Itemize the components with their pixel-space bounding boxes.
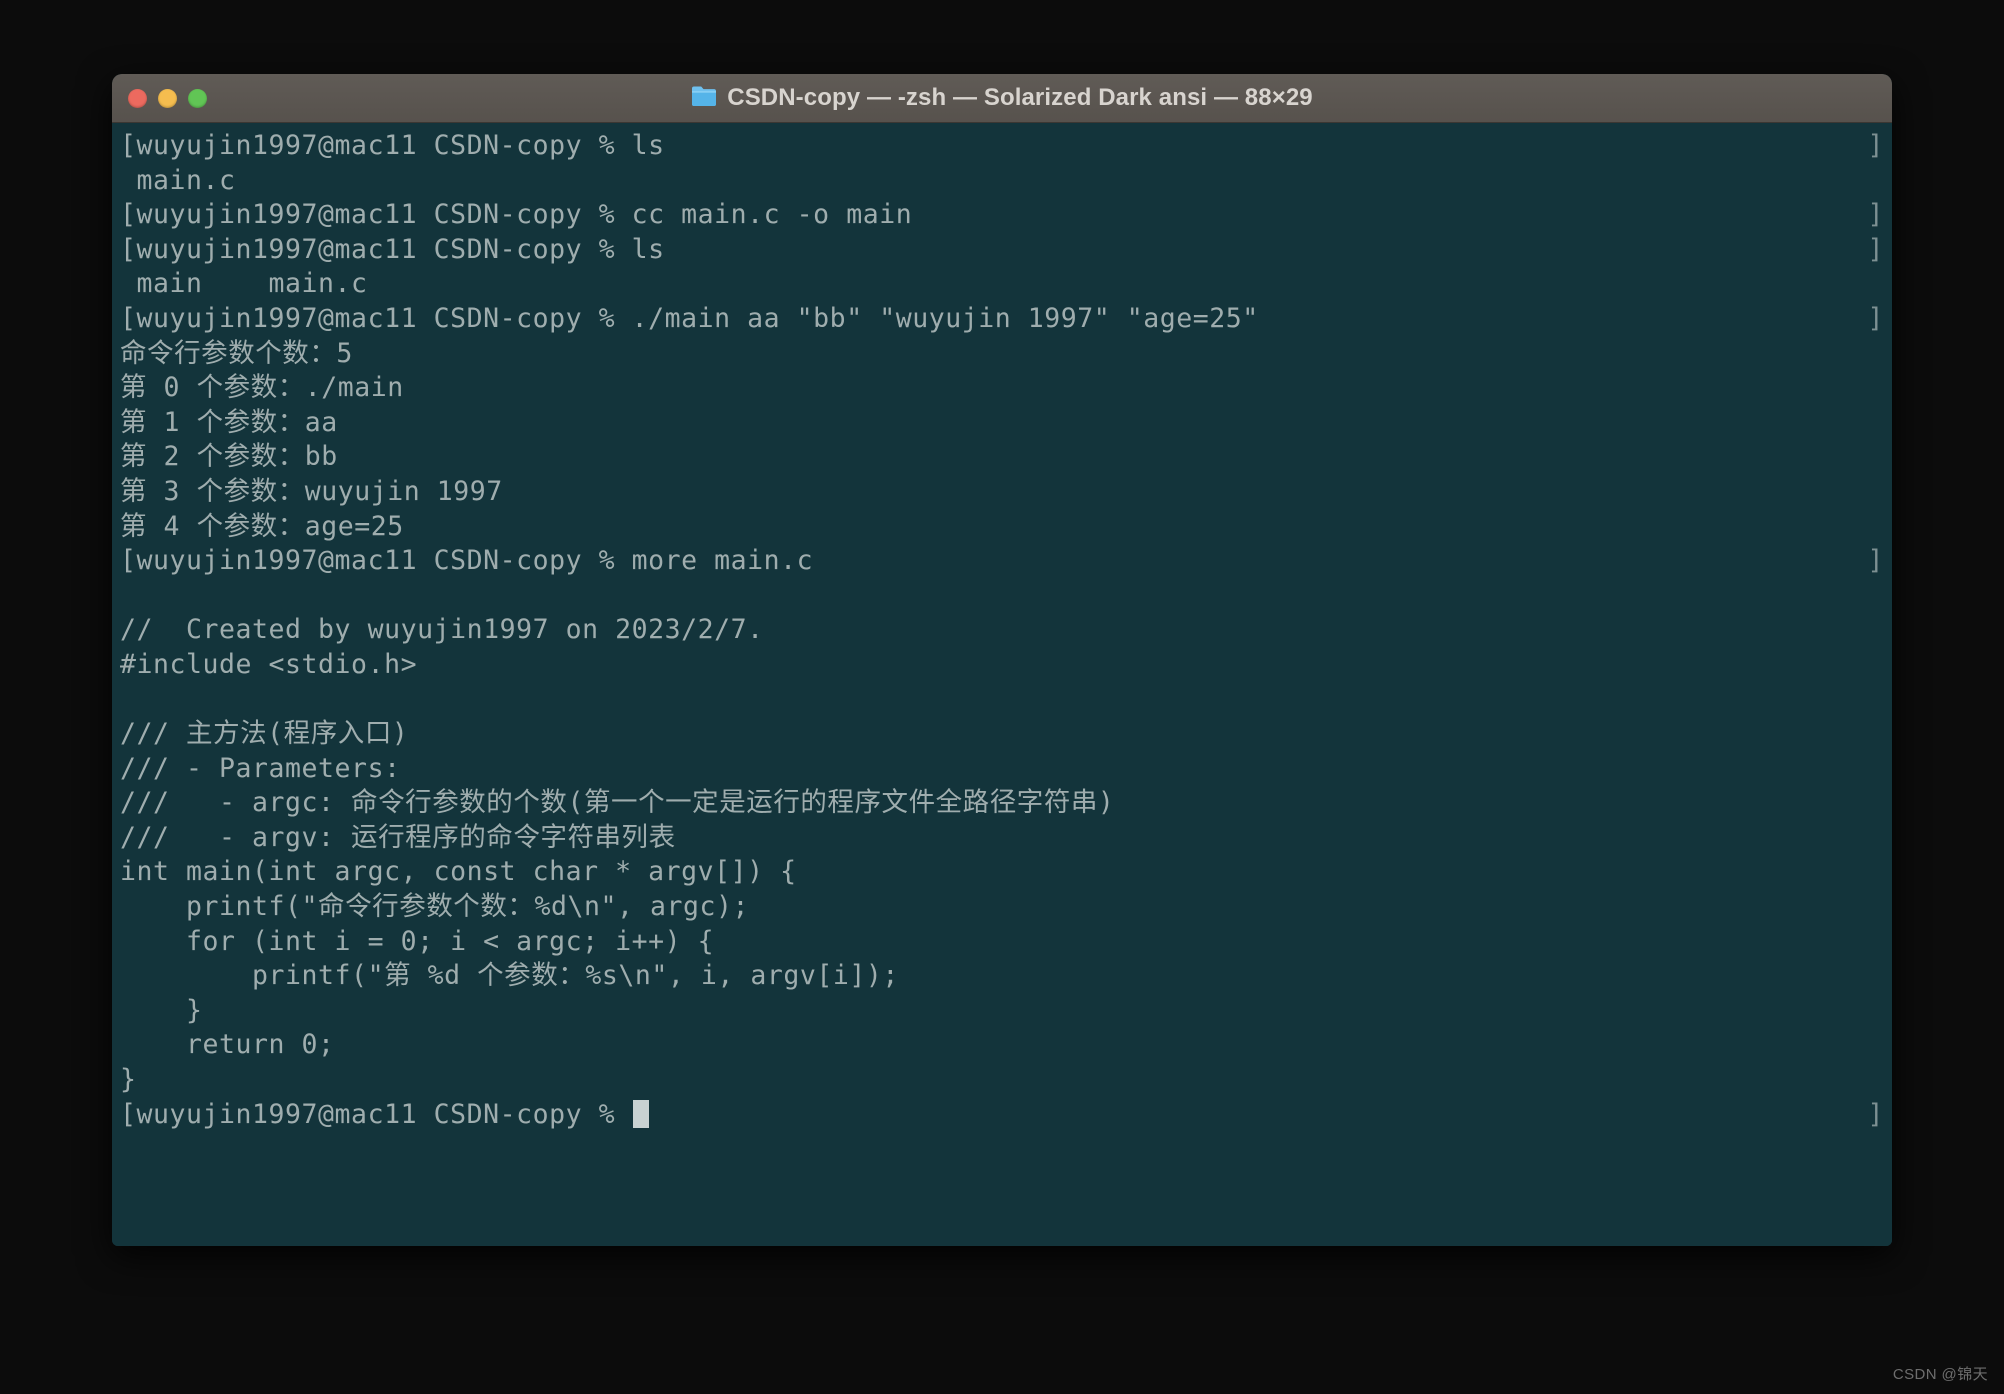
- terminal-output-text: /// - argc: 命令行参数的个数(第一个一定是运行的程序文件全路径字符串…: [120, 787, 1115, 819]
- csdn-watermark: CSDN @锦天: [1892, 1366, 1988, 1383]
- terminal-line: 命令行参数个数：5: [120, 337, 1888, 372]
- terminal-line: 第 4 个参数：age=25: [120, 510, 1888, 545]
- terminal-line: [wuyujin1997@mac11 CSDN-copy % ls]: [120, 233, 1888, 268]
- maximize-button[interactable]: [188, 88, 207, 108]
- terminal-line: }: [120, 994, 1888, 1029]
- terminal-screen[interactable]: [wuyujin1997@mac11 CSDN-copy % ls] main.…: [112, 129, 1892, 1132]
- terminal-line: /// - Parameters:: [120, 752, 1888, 787]
- terminal-line: [wuyujin1997@mac11 CSDN-copy % ./main aa…: [120, 302, 1888, 337]
- terminal-output-text: /// - argv: 运行程序的命令字符串列表: [120, 821, 676, 853]
- terminal-prompt-text: [wuyujin1997@mac11 CSDN-copy % more main…: [120, 545, 814, 577]
- terminal-line: #include <stdio.h>: [120, 648, 1888, 683]
- terminal-line: }: [120, 1063, 1888, 1098]
- terminal-line: int main(int argc, const char * argv[]) …: [120, 855, 1888, 890]
- terminal-line: printf("第 %d 个参数：%s\n", i, argv[i]);: [120, 959, 1888, 994]
- terminal-prompt-text: [wuyujin1997@mac11 CSDN-copy %: [120, 1098, 632, 1130]
- terminal-output-text: #include <stdio.h>: [120, 648, 418, 680]
- terminal-line: [wuyujin1997@mac11 CSDN-copy % more main…: [120, 544, 1888, 579]
- terminal-line: main.c: [120, 164, 1888, 199]
- window-title-group: CSDN-copy — -zsh — Solarized Dark ansi —…: [112, 74, 1892, 122]
- terminal-right-edge: [1884, 123, 1892, 1246]
- terminal-line: printf("命令行参数个数：%d\n", argc);: [120, 890, 1888, 925]
- terminal-line: /// 主方法(程序入口): [120, 717, 1888, 752]
- terminal-line: 第 0 个参数：./main: [120, 371, 1888, 406]
- terminal-line: for (int i = 0; i < argc; i++) {: [120, 925, 1888, 960]
- window-controls: [128, 74, 207, 122]
- terminal-output-text: }: [120, 994, 203, 1026]
- line-wrap-marker: ]: [1867, 302, 1884, 334]
- terminal-line: // Created by wuyujin1997 on 2023/2/7.: [120, 613, 1888, 648]
- terminal-line: 第 3 个参数：wuyujin 1997: [120, 475, 1888, 510]
- terminal-output-text: for (int i = 0; i < argc; i++) {: [120, 925, 715, 957]
- minimize-button[interactable]: [158, 88, 177, 108]
- terminal-line: 第 1 个参数：aa: [120, 406, 1888, 441]
- terminal-line: return 0;: [120, 1028, 1888, 1063]
- line-wrap-marker: ]: [1867, 233, 1884, 265]
- terminal-output-text: }: [120, 1064, 137, 1096]
- terminal-line: [wuyujin1997@mac11 CSDN-copy % ]: [120, 1098, 1888, 1133]
- terminal-output-text: 第 4 个参数：age=25: [120, 510, 404, 542]
- terminal-output-text: 第 1 个参数：aa: [120, 406, 338, 438]
- terminal-output-text: printf("命令行参数个数：%d\n", argc);: [120, 891, 750, 923]
- text-cursor: [632, 1099, 649, 1128]
- line-wrap-marker: ]: [1867, 545, 1884, 577]
- terminal-prompt-text: [wuyujin1997@mac11 CSDN-copy % cc main.c…: [120, 199, 913, 231]
- terminal-prompt-text: [wuyujin1997@mac11 CSDN-copy % ls: [120, 233, 665, 265]
- terminal-output-text: /// 主方法(程序入口): [120, 718, 409, 750]
- close-button[interactable]: [128, 88, 147, 108]
- terminal-output-text: // Created by wuyujin1997 on 2023/2/7.: [120, 614, 764, 646]
- folder-icon: [691, 85, 717, 111]
- terminal-prompt-text: [wuyujin1997@mac11 CSDN-copy % ls: [120, 130, 665, 161]
- terminal-output-text: 第 3 个参数：wuyujin 1997: [120, 475, 503, 507]
- window-title-bar[interactable]: CSDN-copy — -zsh — Solarized Dark ansi —…: [112, 74, 1892, 123]
- terminal-prompt-text: [wuyujin1997@mac11 CSDN-copy % ./main aa…: [120, 302, 1259, 334]
- line-wrap-marker: ]: [1867, 199, 1884, 231]
- terminal-line: /// - argc: 命令行参数的个数(第一个一定是运行的程序文件全路径字符串…: [120, 786, 1888, 821]
- terminal-output-text: main.c: [120, 164, 236, 196]
- window-title: CSDN-copy — -zsh — Solarized Dark ansi —…: [727, 84, 1313, 111]
- terminal-output-text: /// - Parameters:: [120, 752, 401, 784]
- line-wrap-marker: ]: [1867, 1098, 1884, 1130]
- terminal-output-text: 命令行参数个数：5: [120, 337, 353, 369]
- terminal-output-text: 第 0 个参数：./main: [120, 372, 404, 404]
- terminal-line: [wuyujin1997@mac11 CSDN-copy % cc main.c…: [120, 198, 1888, 233]
- terminal-output-text: return 0;: [120, 1029, 335, 1061]
- terminal-output-text: 第 2 个参数：bb: [120, 441, 338, 473]
- terminal-line: [wuyujin1997@mac11 CSDN-copy % ls]: [120, 129, 1888, 164]
- terminal-output-text: main main.c: [120, 268, 368, 300]
- terminal-line: main main.c: [120, 267, 1888, 302]
- terminal-window[interactable]: CSDN-copy — -zsh — Solarized Dark ansi —…: [112, 74, 1892, 1246]
- terminal-output-text: int main(int argc, const char * argv[]) …: [120, 856, 797, 888]
- terminal-output-area[interactable]: [wuyujin1997@mac11 CSDN-copy % ls] main.…: [112, 123, 1892, 1246]
- terminal-line: /// - argv: 运行程序的命令字符串列表: [120, 821, 1888, 856]
- terminal-output-text: printf("第 %d 个参数：%s\n", i, argv[i]);: [120, 960, 899, 992]
- line-wrap-marker: ]: [1867, 130, 1884, 161]
- terminal-line: 第 2 个参数：bb: [120, 440, 1888, 475]
